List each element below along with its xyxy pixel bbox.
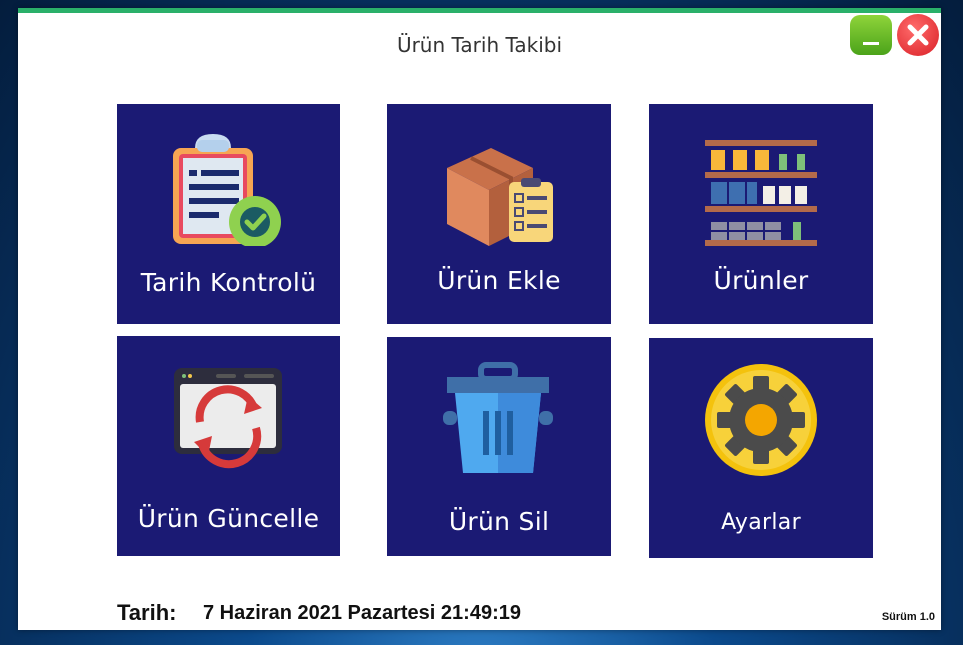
tile-label: Ürünler bbox=[713, 266, 809, 295]
window-accent-bar bbox=[18, 8, 941, 13]
date-label: Tarih: bbox=[117, 600, 177, 625]
tile-tarih-kontrolu[interactable]: Tarih Kontrolü bbox=[117, 104, 340, 324]
version-label: Sürüm 1.0 bbox=[881, 611, 935, 623]
window-title: Ürün Tarih Takibi bbox=[396, 33, 563, 57]
tile-urun-guncelle[interactable]: Ürün Güncelle bbox=[117, 336, 340, 556]
gear-icon bbox=[705, 364, 817, 476]
tile-urunler[interactable]: Ürünler bbox=[649, 104, 873, 324]
tile-label: Tarih Kontrolü bbox=[140, 268, 317, 297]
tile-label: Ürün Ekle bbox=[437, 266, 561, 295]
tile-urun-ekle[interactable]: Ürün Ekle bbox=[387, 104, 611, 324]
tile-label: Ayarlar bbox=[721, 510, 801, 535]
tile-urun-sil[interactable]: Ürün Sil bbox=[387, 337, 611, 556]
main-window: Ürün Tarih Takibi Tarih Kontrolü Ürün Ek… bbox=[18, 8, 941, 630]
trash-bin-icon bbox=[443, 362, 553, 473]
tile-ayarlar[interactable]: Ayarlar bbox=[649, 338, 873, 558]
close-button[interactable] bbox=[897, 14, 939, 56]
browser-refresh-icon bbox=[174, 368, 282, 469]
tile-label: Ürün Sil bbox=[448, 507, 550, 536]
close-icon bbox=[907, 24, 929, 46]
clipboard-check-icon bbox=[173, 134, 281, 246]
tile-label: Ürün Güncelle bbox=[137, 504, 320, 533]
date-value: 7 Haziran 2021 Pazartesi 21:49:19 bbox=[203, 602, 521, 624]
shelves-icon bbox=[705, 140, 817, 246]
minimize-button[interactable] bbox=[850, 15, 892, 55]
box-checklist-icon bbox=[447, 148, 553, 246]
